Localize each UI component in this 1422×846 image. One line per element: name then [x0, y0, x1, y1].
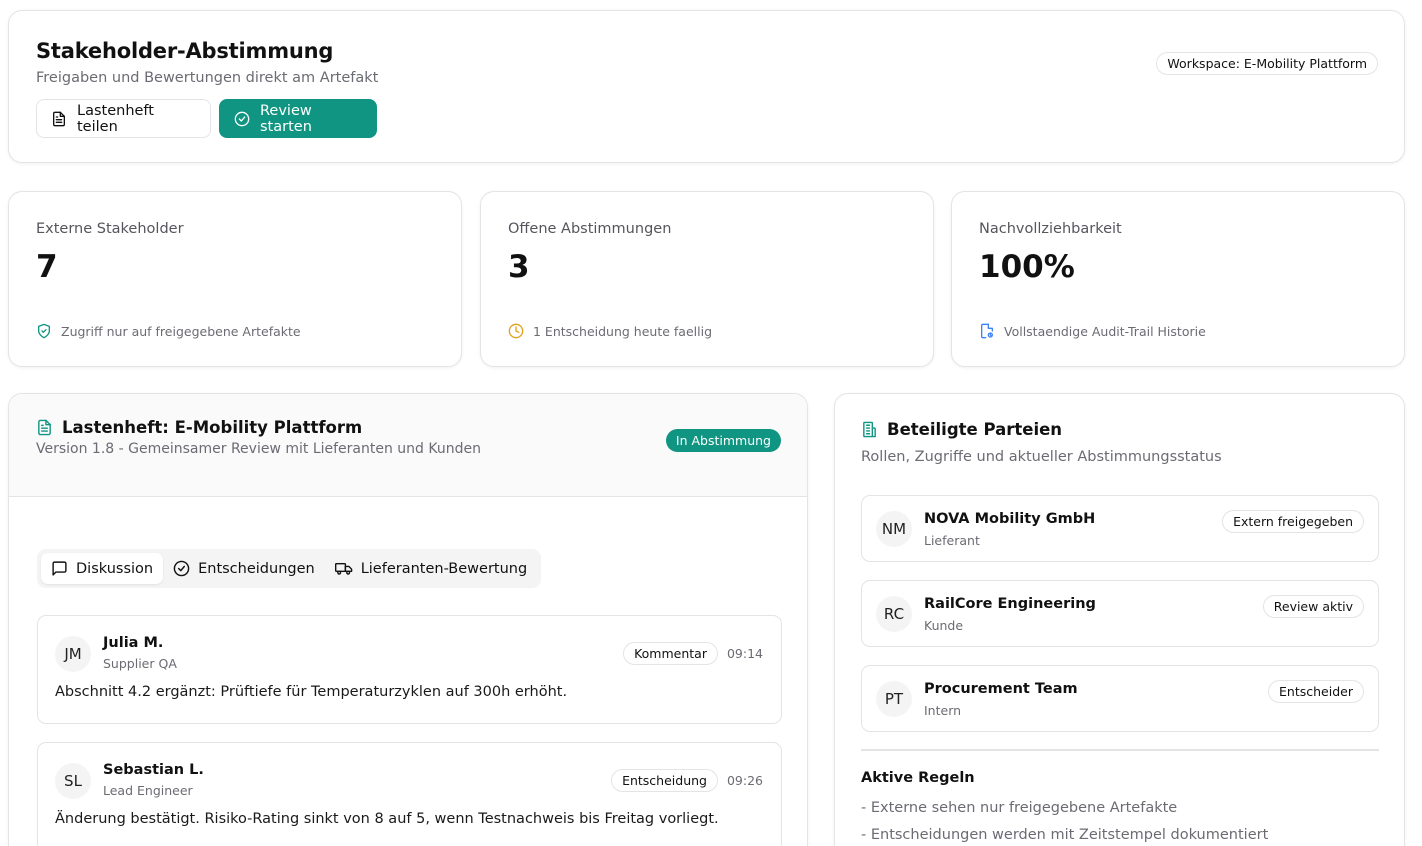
- avatar: NM: [876, 511, 912, 547]
- document-title-text: Lastenheft: E-Mobility Plattform: [62, 418, 363, 437]
- tab-label: Entscheidungen: [198, 560, 315, 577]
- party-name: NOVA Mobility GmbH: [924, 511, 1096, 527]
- check-circle-icon: [173, 560, 190, 577]
- parties-card: Beteiligte Parteien Rollen, Zugriffe und…: [834, 393, 1405, 846]
- avatar: RC: [876, 596, 912, 632]
- stat-note-text: Vollstaendige Audit-Trail Historie: [1004, 323, 1206, 339]
- message-meta: Kommentar 09:14: [623, 642, 763, 665]
- message-role: Lead Engineer: [103, 783, 193, 798]
- stat-label: Offene Abstimmungen: [508, 221, 672, 237]
- start-review-button[interactable]: Review starten: [219, 99, 377, 138]
- page-subtitle: Freigaben und Bewertungen direkt am Arte…: [36, 70, 379, 86]
- document-tabs: Diskussion Entscheidungen Lieferanten-Be…: [37, 549, 542, 588]
- stat-note: 1 Entscheidung heute faellig: [508, 323, 712, 339]
- party-name: RailCore Engineering: [924, 596, 1096, 612]
- party-item[interactable]: NM NOVA Mobility GmbH Lieferant Extern f…: [861, 495, 1379, 562]
- status-badge: In Abstimmung: [665, 429, 781, 452]
- stat-label: Nachvollziehbarkeit: [979, 221, 1122, 237]
- document-icon: [51, 111, 67, 127]
- shield-check-icon: [36, 323, 52, 339]
- stat-value: 3: [508, 249, 530, 285]
- share-spec-label: Lastenheft teilen: [77, 102, 154, 135]
- rule-item: - Entscheidungen werden mit Zeitstempel …: [861, 827, 1269, 843]
- header-card: Stakeholder-Abstimmung Freigaben und Bew…: [8, 10, 1405, 163]
- document-card: Lastenheft: E-Mobility Plattform Version…: [8, 393, 808, 846]
- share-spec-button[interactable]: Lastenheft teilen: [36, 99, 211, 138]
- avatar: PT: [876, 681, 912, 717]
- message-type-badge: Entscheidung: [611, 769, 718, 792]
- tab-label: Lieferanten-Bewertung: [360, 560, 528, 577]
- stat-note: Vollstaendige Audit-Trail Historie: [979, 323, 1206, 339]
- avatar: SL: [55, 763, 91, 799]
- stat-card-external-stakeholders: Externe Stakeholder 7 Zugriff nur auf fr…: [8, 191, 462, 367]
- party-status-badge: Review aktiv: [1262, 595, 1364, 618]
- message-author: Sebastian L.: [103, 762, 204, 778]
- file-history-icon: [979, 323, 995, 339]
- check-circle-icon: [234, 111, 250, 127]
- party-type: Lieferant: [924, 533, 980, 548]
- stat-value: 100%: [979, 249, 1075, 285]
- message-time: 09:14: [726, 646, 763, 661]
- document-header: Lastenheft: E-Mobility Plattform Version…: [9, 394, 807, 497]
- party-status-badge: Entscheider: [1268, 680, 1364, 703]
- tab-supplier-rating[interactable]: Lieferanten-Bewertung: [325, 553, 537, 584]
- parties-title-text: Beteiligte Parteien: [887, 420, 1063, 439]
- party-type: Intern: [924, 703, 962, 718]
- message-author: Julia M.: [103, 635, 164, 651]
- stat-note-text: 1 Entscheidung heute faellig: [533, 323, 713, 339]
- message-role: Supplier QA: [103, 656, 177, 671]
- party-type: Kunde: [924, 618, 964, 633]
- building-icon: [861, 421, 878, 438]
- discussion-message: JM Julia M. Supplier QA Kommentar 09:14 …: [37, 615, 782, 724]
- message-time: 09:26: [726, 773, 763, 788]
- party-status-badge: Extern freigegeben: [1222, 510, 1364, 533]
- document-title: Lastenheft: E-Mobility Plattform: [36, 418, 362, 437]
- divider: [861, 749, 1379, 751]
- stat-label: Externe Stakeholder: [36, 221, 184, 237]
- tab-decisions[interactable]: Entscheidungen: [163, 553, 325, 584]
- rules-title: Aktive Regeln: [861, 770, 975, 786]
- rule-item: - Externe sehen nur freigegebene Artefak…: [861, 800, 1178, 816]
- page-title: Stakeholder-Abstimmung: [36, 39, 334, 63]
- stat-note: Zugriff nur auf freigegebene Artefakte: [36, 323, 301, 339]
- stat-card-open-votes: Offene Abstimmungen 3 1 Entscheidung heu…: [480, 191, 934, 367]
- message-icon: [51, 560, 68, 577]
- party-item[interactable]: RC RailCore Engineering Kunde Review akt…: [861, 580, 1379, 647]
- workspace-badge: Workspace: E-Mobility Plattform: [1156, 52, 1378, 75]
- parties-title: Beteiligte Parteien: [861, 420, 1062, 439]
- avatar: JM: [55, 636, 91, 672]
- stat-note-text: Zugriff nur auf freigegebene Artefakte: [61, 323, 301, 339]
- message-type-badge: Kommentar: [623, 642, 718, 665]
- tab-label: Diskussion: [76, 560, 154, 577]
- clock-icon: [508, 323, 524, 339]
- party-name: Procurement Team: [924, 681, 1078, 697]
- message-text: Abschnitt 4.2 ergänzt: Prüftiefe für Tem…: [55, 684, 568, 700]
- truck-icon: [334, 560, 353, 577]
- stat-value: 7: [36, 249, 58, 285]
- document-subtitle: Version 1.8 - Gemeinsamer Review mit Lie…: [36, 441, 481, 457]
- stat-card-traceability: Nachvollziehbarkeit 100% Vollstaendige A…: [951, 191, 1405, 367]
- tab-discussion[interactable]: Diskussion: [41, 553, 164, 584]
- message-meta: Entscheidung 09:26: [611, 769, 763, 792]
- discussion-message: SL Sebastian L. Lead Engineer Entscheidu…: [37, 742, 782, 846]
- parties-subtitle: Rollen, Zugriffe und aktueller Abstimmun…: [861, 449, 1222, 465]
- start-review-label: Review starten: [260, 102, 312, 135]
- message-text: Änderung bestätigt. Risiko-Rating sinkt …: [55, 811, 719, 827]
- document-icon: [36, 419, 53, 436]
- party-item[interactable]: PT Procurement Team Intern Entscheider: [861, 665, 1379, 732]
